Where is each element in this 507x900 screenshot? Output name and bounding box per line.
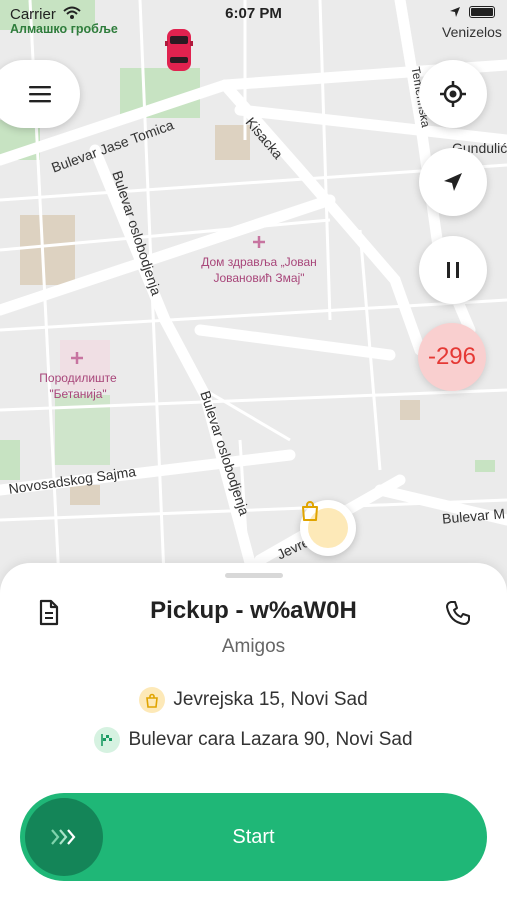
status-right [449,6,495,18]
order-title: Pickup - w%aW0H [150,597,357,624]
restaurant-name: Amigos [221,636,286,657]
flag-icon [94,727,121,753]
menu-button[interactable] [0,60,80,128]
dropoff-address-row: Bulevar cara Lazara 90, Novi Sad [0,727,507,753]
phone-icon[interactable] [444,599,472,632]
pickup-address: Jevrejska 15, Novi Sad [173,689,368,710]
locate-me-button[interactable] [419,60,487,128]
shopping-bag-icon [139,687,166,713]
menu-icon [29,86,51,103]
navigation-arrow-icon [444,173,462,191]
poi-dom-zdravlja[interactable]: Дом здравља „Јован Јовановић Змај" [192,254,326,286]
score-badge[interactable]: -296 [418,323,486,391]
slider-knob[interactable] [25,798,103,876]
chevrons-right-icon [51,829,76,845]
start-slider[interactable]: Start [20,793,487,881]
dropoff-address: Bulevar cara Lazara 90, Novi Sad [128,729,413,750]
battery-icon [469,6,495,18]
status-time: 6:07 PM [225,5,282,22]
pause-button[interactable] [419,236,487,304]
poi-porodiliste[interactable]: Породилиште "Бетанија" [28,370,128,402]
pickup-location-pin[interactable] [300,500,356,556]
sheet-drag-handle[interactable] [225,573,283,578]
pickup-address-row: Jevrejska 15, Novi Sad [0,687,507,713]
start-label: Start [232,825,275,848]
pause-icon [447,262,459,278]
location-arrow-icon [450,7,460,17]
navigate-button[interactable] [419,148,487,216]
crosshair-icon [440,81,466,107]
shopping-bag-icon [302,501,348,548]
order-bottom-sheet: Pickup - w%aW0H Amigos Jevrejska 15, Nov… [0,563,507,900]
status-bar: Carrier 6:07 PM [0,0,507,28]
